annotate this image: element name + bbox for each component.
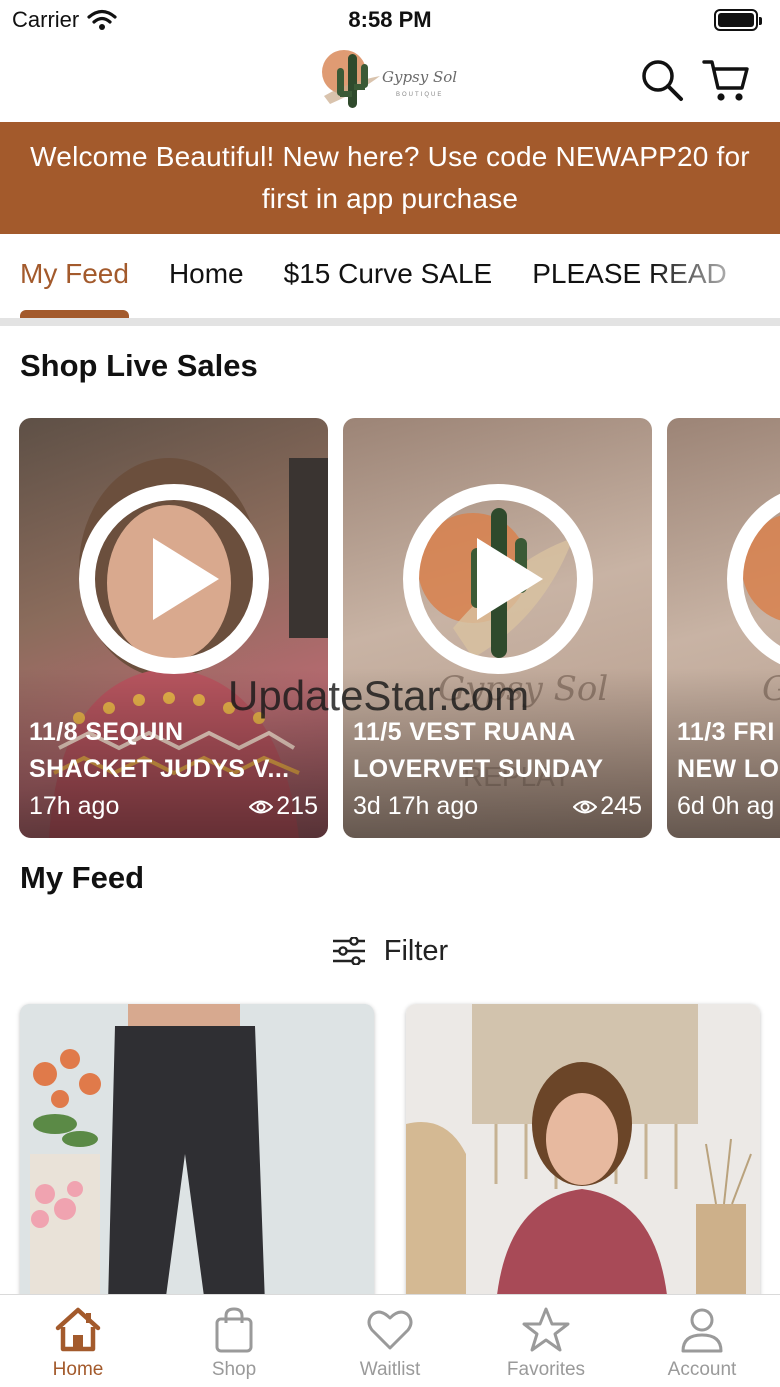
live-sale-card[interactable]: Gypsy Sol 11/3 FRI NEW LO 6d 0h ag bbox=[667, 418, 780, 838]
bottom-tab-bar: Home Shop Waitlist Favorites Account bbox=[0, 1294, 780, 1387]
tabs-divider bbox=[0, 318, 780, 326]
play-icon[interactable] bbox=[403, 484, 593, 674]
status-bar: Carrier 8:58 PM bbox=[0, 0, 780, 40]
title-line-2: LOVERVET SUNDAY bbox=[353, 755, 604, 783]
carrier-label: Carrier bbox=[12, 7, 80, 32]
live-sales-heading: Shop Live Sales bbox=[20, 348, 258, 383]
home-icon bbox=[55, 1307, 101, 1352]
heart-icon bbox=[367, 1310, 413, 1350]
promo-line-1: Welcome Beautiful! New here? Use code NE… bbox=[30, 141, 750, 172]
feed-item[interactable] bbox=[20, 1004, 374, 1304]
tab-fade bbox=[650, 234, 780, 318]
star-icon bbox=[522, 1307, 570, 1352]
product-image bbox=[406, 1004, 760, 1304]
cactus-logo-icon bbox=[322, 50, 380, 108]
live-sales-carousel[interactable]: 11/8 SEQUIN SHACKET JUDYS V... 17h ago 2… bbox=[19, 418, 780, 838]
wifi-icon bbox=[87, 9, 117, 30]
search-button[interactable] bbox=[638, 56, 686, 104]
live-sale-title: 11/5 VEST RUANA LOVERVET SUNDAY bbox=[353, 714, 643, 788]
title-line-2: SHACKET JUDYS V... bbox=[29, 755, 290, 783]
cart-icon bbox=[702, 60, 749, 101]
filter-sliders-icon bbox=[332, 937, 365, 965]
eye-icon bbox=[573, 800, 598, 813]
nav-favorites[interactable]: Favorites bbox=[468, 1295, 624, 1387]
search-icon bbox=[642, 60, 683, 101]
nav-label: Shop bbox=[211, 1359, 257, 1380]
nav-label: Home bbox=[52, 1359, 104, 1380]
filter-label: Filter bbox=[383, 934, 449, 967]
tab-home[interactable]: Home bbox=[169, 258, 244, 290]
eye-icon bbox=[249, 800, 274, 813]
live-sale-card[interactable]: Gypsy Sol REPLAY 11/5 VEST RUANA LOVERVE… bbox=[343, 418, 652, 838]
watermark-text: UpdateStar.com bbox=[228, 672, 530, 719]
app-header: Gypsy Sol BOUTIQUE bbox=[0, 40, 780, 122]
tab-my-feed[interactable]: My Feed bbox=[20, 258, 129, 322]
feed-item[interactable] bbox=[406, 1004, 760, 1304]
nav-label: Account bbox=[667, 1359, 737, 1380]
filter-button[interactable]: Filter bbox=[0, 928, 780, 974]
view-count: 215 bbox=[249, 792, 318, 821]
my-feed-heading: My Feed bbox=[20, 860, 145, 895]
view-count-value: 245 bbox=[600, 792, 642, 820]
logo-subtext: BOUTIQUE bbox=[396, 92, 444, 98]
view-count: 245 bbox=[573, 792, 642, 821]
live-sale-title: 11/3 FRI NEW LO bbox=[677, 714, 780, 788]
brand-logo[interactable]: Gypsy Sol BOUTIQUE bbox=[318, 46, 457, 112]
live-sale-time: 3d 17h ago bbox=[353, 792, 479, 820]
nav-account[interactable]: Account bbox=[624, 1295, 780, 1387]
logo-text: Gypsy Sol bbox=[382, 68, 458, 86]
promo-line-2: first in app purchase bbox=[261, 183, 519, 214]
title-line-1: 11/3 FRI bbox=[677, 718, 775, 746]
battery-icon bbox=[714, 9, 762, 31]
live-sale-time: 17h ago bbox=[29, 792, 120, 820]
tab-label: $15 Curve SALE bbox=[283, 258, 493, 289]
nav-shop[interactable]: Shop bbox=[156, 1295, 312, 1387]
product-image bbox=[20, 1004, 374, 1304]
view-count-value: 215 bbox=[276, 792, 318, 820]
live-sale-card[interactable]: 11/8 SEQUIN SHACKET JUDYS V... 17h ago 2… bbox=[19, 418, 328, 838]
person-icon bbox=[681, 1308, 723, 1353]
tab-curve-sale[interactable]: $15 Curve SALE bbox=[284, 258, 493, 290]
shopping-bag-icon bbox=[215, 1307, 253, 1353]
tab-label: My Feed bbox=[20, 258, 129, 289]
cart-button[interactable] bbox=[702, 56, 750, 104]
nav-label: Favorites bbox=[506, 1359, 586, 1380]
nav-home[interactable]: Home bbox=[0, 1295, 156, 1387]
nav-label: Waitlist bbox=[359, 1359, 421, 1380]
promo-banner[interactable]: Welcome Beautiful! New here? Use code NE… bbox=[0, 122, 780, 234]
title-line-2: NEW LO bbox=[677, 755, 780, 783]
nav-waitlist[interactable]: Waitlist bbox=[312, 1295, 468, 1387]
tab-label: Home bbox=[168, 258, 244, 289]
category-tabs: My Feed Home $15 Curve SALE PLEASE READ bbox=[0, 234, 780, 326]
status-left: Carrier bbox=[12, 7, 117, 33]
live-sale-title: 11/8 SEQUIN SHACKET JUDYS V... bbox=[29, 714, 319, 788]
live-sale-time: 6d 0h ag bbox=[677, 792, 775, 820]
play-icon[interactable] bbox=[79, 484, 269, 674]
